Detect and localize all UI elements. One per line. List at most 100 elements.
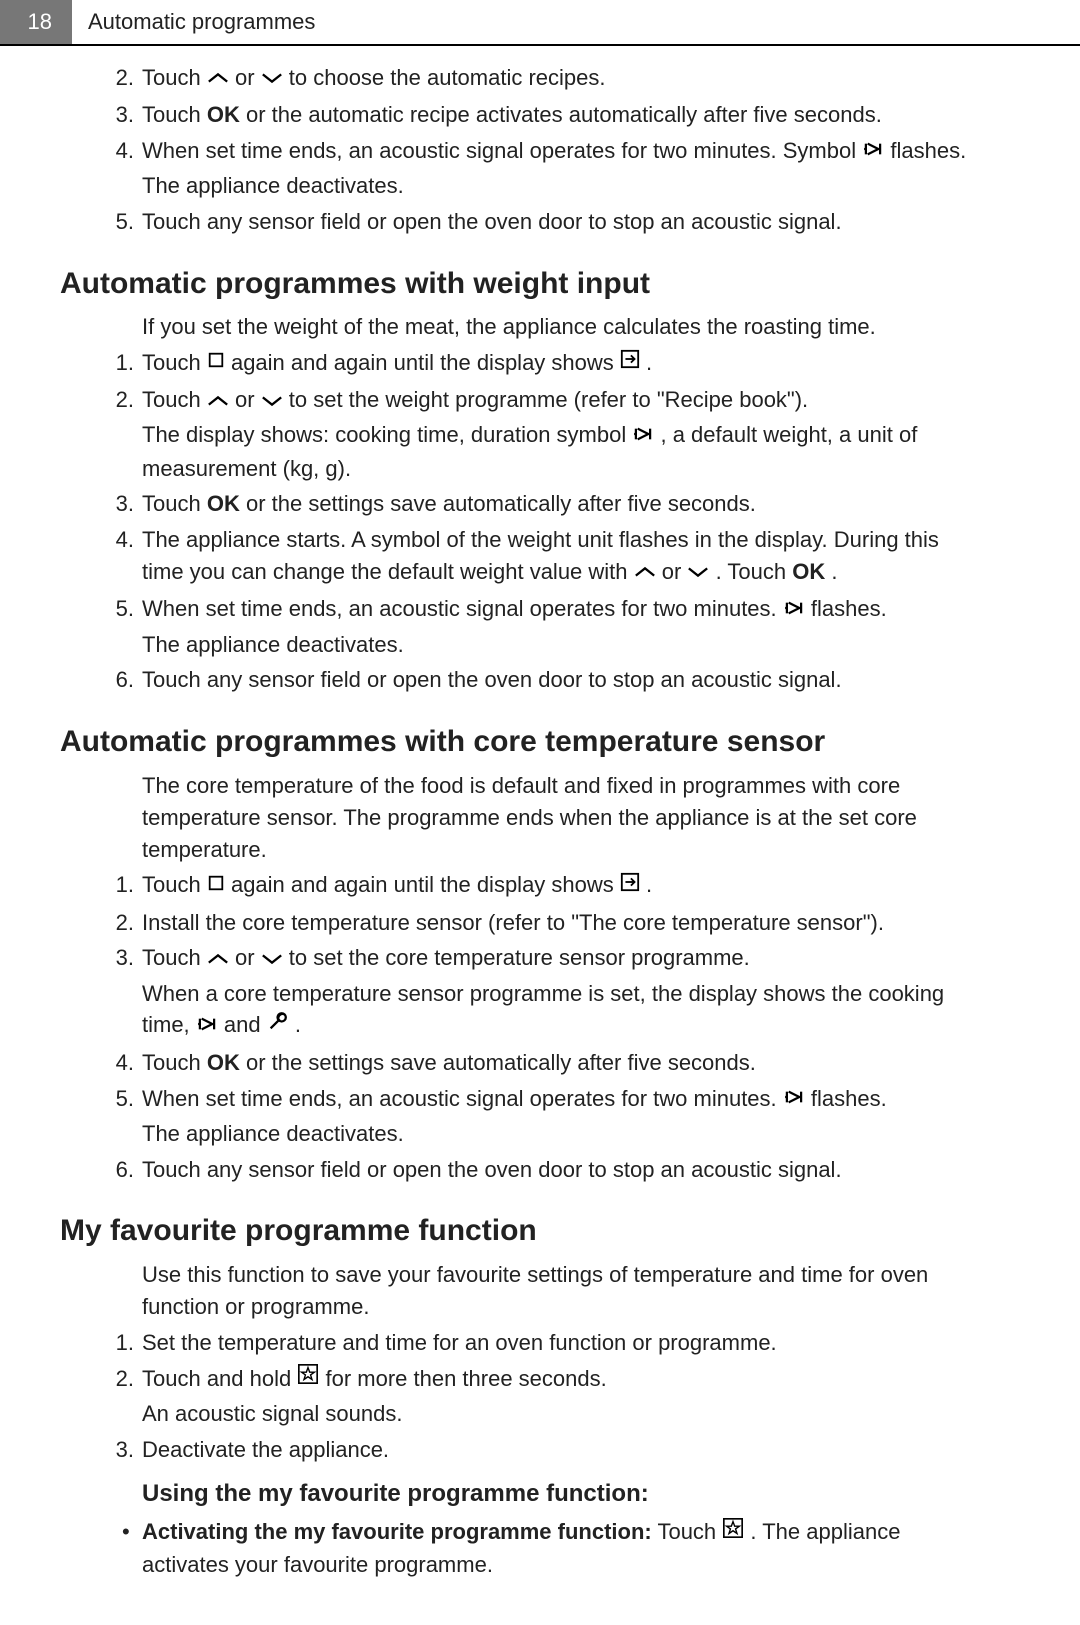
step-number: 3. [100, 488, 134, 520]
ok-label: OK [792, 559, 825, 584]
down-icon [261, 61, 283, 93]
step-number: 2. [100, 1363, 134, 1395]
text: . [831, 559, 837, 584]
list-item: Activating the my favourite programme fu… [122, 1516, 980, 1581]
heading-weight: Automatic programmes with weight input [60, 262, 980, 306]
text: Touch [142, 350, 207, 375]
text: again and again until the display shows [231, 872, 620, 897]
text: or the settings save automatically after… [246, 491, 756, 516]
step-3: 3. Touch OK or the automatic recipe acti… [100, 99, 980, 131]
text: Install the core temperature sensor (ref… [142, 910, 884, 935]
step: 4. Touch OK or the settings save automat… [100, 1047, 980, 1079]
up-icon [207, 942, 229, 974]
step-number: 1. [100, 869, 134, 901]
text: or [235, 945, 261, 970]
text: or the settings save automatically after… [246, 1050, 756, 1075]
fav-bullet-list: Activating the my favourite programme fu… [122, 1516, 980, 1581]
header-bar: 18 Automatic programmes [0, 0, 1080, 46]
step-4: 4. When set time ends, an acoustic signa… [100, 135, 980, 202]
sub-text: The display shows: cooking time, duratio… [142, 419, 980, 484]
step: 1. Set the temperature and time for an o… [100, 1327, 980, 1359]
up-icon [634, 555, 656, 587]
intro-step-list: 2. Touch or to choose the automatic reci… [100, 62, 980, 238]
weight-step-list: 1. Touch again and again until the displ… [100, 347, 980, 696]
text: to set the core temperature sensor progr… [289, 945, 750, 970]
star-icon [722, 1516, 744, 1548]
using-heading: Using the my favourite programme functio… [142, 1477, 980, 1512]
text: or the automatic recipe activates automa… [246, 102, 882, 127]
text: Touch and hold [142, 1366, 297, 1391]
step: 3. Deactivate the appliance. [100, 1434, 980, 1466]
step: 4. The appliance starts. A symbol of the… [100, 524, 980, 589]
sub-text: An acoustic signal sounds. [142, 1398, 980, 1430]
text: again and again until the display shows [231, 350, 620, 375]
step-2: 2. Touch or to choose the automatic reci… [100, 62, 980, 95]
bold-lead: Activating the my favourite programme fu… [142, 1519, 652, 1544]
intro-weight: If you set the weight of the meat, the a… [142, 311, 980, 343]
ok-label: OK [207, 1050, 240, 1075]
text: Touch [142, 491, 207, 516]
heading-fav: My favourite programme function [60, 1209, 980, 1253]
text: Touch [142, 102, 207, 127]
step: 1. Touch again and again until the displ… [100, 347, 980, 380]
duration-icon [783, 1082, 805, 1114]
down-icon [261, 942, 283, 974]
text: Deactivate the appliance. [142, 1437, 389, 1462]
text: Touch any sensor field or open the oven … [142, 667, 842, 692]
duration-icon [783, 593, 805, 625]
text: . Touch [716, 559, 793, 584]
text: Touch [142, 1050, 207, 1075]
duration-icon [196, 1009, 218, 1041]
square-icon [207, 869, 225, 901]
text: flashes. [890, 138, 966, 163]
step-number: 1. [100, 347, 134, 379]
step-number: 1. [100, 1327, 134, 1359]
fav-step-list: 1. Set the temperature and time for an o… [100, 1327, 980, 1466]
star-icon [297, 1362, 319, 1394]
up-icon [207, 61, 229, 93]
header-title: Automatic programmes [72, 0, 331, 44]
text: or [235, 387, 261, 412]
text: Touch [142, 945, 207, 970]
down-icon [261, 384, 283, 416]
text: When set time ends, an acoustic signal o… [142, 596, 783, 621]
text: Touch [657, 1519, 722, 1544]
step-number: 3. [100, 942, 134, 974]
text: or [235, 65, 261, 90]
text: flashes. [811, 1086, 887, 1111]
sub-text: The appliance deactivates. [142, 1118, 980, 1150]
up-icon [207, 384, 229, 416]
step-number: 3. [100, 1434, 134, 1466]
step-number: 5. [100, 1083, 134, 1115]
step-number: 5. [100, 593, 134, 625]
intro-fav: Use this function to save your favourite… [142, 1259, 980, 1323]
step-number: 3. [100, 99, 134, 131]
auto-box-icon [620, 346, 640, 378]
text: . [646, 350, 652, 375]
down-icon [687, 555, 709, 587]
square-icon [207, 346, 225, 378]
step-number: 5. [100, 206, 134, 238]
step: 3. Touch or to set the core temperature … [100, 942, 980, 1042]
text: Touch [142, 872, 207, 897]
duration-icon [632, 419, 654, 451]
text: . [295, 1012, 301, 1037]
duration-icon [862, 134, 884, 166]
sub-text: The appliance deactivates. [142, 629, 980, 661]
step-number: 2. [100, 384, 134, 416]
sub-text: When a core temperature sensor programme… [142, 978, 980, 1043]
step: 5. When set time ends, an acoustic signa… [100, 593, 980, 660]
text: When set time ends, an acoustic signal o… [142, 138, 862, 163]
auto-box-icon [620, 869, 640, 901]
step: 2. Install the core temperature sensor (… [100, 907, 980, 939]
step-number: 4. [100, 135, 134, 167]
text: . [646, 872, 652, 897]
text: Touch any sensor field or open the oven … [142, 1157, 842, 1182]
step: 6. Touch any sensor field or open the ov… [100, 1154, 980, 1186]
text: Touch [142, 387, 207, 412]
step: 2. Touch or to set the weight programme … [100, 384, 980, 484]
text: for more then three seconds. [325, 1366, 606, 1391]
step-number: 6. [100, 664, 134, 696]
text: The display shows: cooking time, duratio… [142, 422, 632, 447]
text: and [224, 1012, 267, 1037]
